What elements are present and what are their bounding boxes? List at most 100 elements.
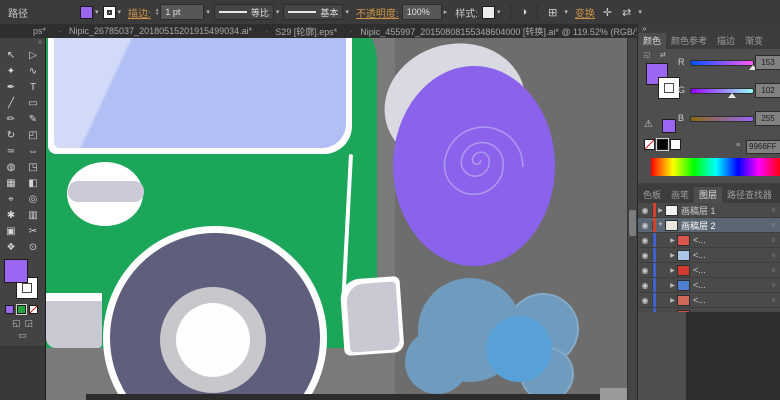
expand-triangle-icon[interactable]: ▶ [656,207,665,214]
stroke-proxy-swatch[interactable] [658,77,680,99]
expand-triangle-icon[interactable]: ▶ [668,252,677,259]
visibility-eye-icon[interactable]: ◉ [638,221,653,230]
magic-wand-tool[interactable]: ✦ [0,63,22,79]
perspective-grid-tool[interactable]: ◳ [22,159,44,175]
panel-tab[interactable]: 画笔 [666,187,694,203]
black-swatch[interactable] [657,139,668,150]
expand-triangle-icon[interactable]: ▶ [668,237,677,244]
layer-row[interactable]: ◉ ▶ <... ○ [638,233,780,248]
column-graph-tool[interactable]: ▥ [22,207,44,223]
width-tool[interactable]: ≃ [0,143,22,159]
visibility-eye-icon[interactable]: ◉ [638,236,653,245]
rectangle-tool[interactable]: ▭ [22,95,44,111]
artboard-canvas[interactable] [46,38,637,400]
hand-tool[interactable]: ❖ [0,239,22,255]
white-swatch[interactable] [670,139,681,150]
layer-row[interactable]: ◉ ▶ 画稿层 1 ○ [638,203,780,218]
wheel-hub[interactable] [176,303,250,377]
mudguard[interactable] [346,281,401,352]
toolbar-collapse-icon[interactable]: » [0,38,45,47]
layer-row[interactable]: ◉ ▶ <... ○ [638,293,780,308]
type-tool[interactable]: T [22,79,44,95]
expand-triangle-icon[interactable]: ▶ [668,297,677,304]
layer-thumbnail[interactable] [665,205,678,216]
panel-tab[interactable]: 色板 [638,187,666,203]
layer-thumbnail[interactable] [677,295,690,306]
layer-thumbnail[interactable] [677,235,690,246]
chevron-down-icon[interactable]: ▾ [345,8,349,16]
eyedropper-tool[interactable]: ⌖ [0,191,22,207]
fill-color-swatch[interactable] [80,6,93,19]
chevron-down-icon[interactable]: ▾ [95,8,99,16]
chevron-down-icon[interactable]: ▾ [206,8,210,16]
document-tab[interactable]: Nipic_26785037_20180515201915499034.ai* [64,24,263,38]
selection-tool[interactable]: ↖ [0,47,22,63]
swap-colors-icon[interactable]: ⇄ [660,51,666,59]
layer-name[interactable]: <... [693,235,767,245]
width-profile-dropdown[interactable]: 等比 [214,4,274,20]
layer-name[interactable]: 画稿层 2 [681,219,767,232]
free-transform-tool[interactable]: ⇔ [22,143,44,159]
hex-value-input[interactable]: 9966FF [746,140,780,154]
chevron-down-icon[interactable]: ▾ [276,8,280,16]
panel-tab[interactable]: 图层 [694,187,722,203]
layer-name[interactable]: <... [693,295,767,305]
draw-behind-icon[interactable]: ◲ [25,318,34,329]
paintbrush-tool[interactable]: ✏ [0,111,22,127]
stroke-color-swatch[interactable] [103,6,116,19]
mesh-tool[interactable]: ▦ [0,175,22,191]
document-tab[interactable]: S29 [轮廓].eps* [270,24,348,38]
target-circle-icon[interactable]: ○ [767,267,780,274]
transform-panel-link[interactable]: 变换 [575,5,595,20]
visibility-eye-icon[interactable]: ◉ [638,296,653,305]
style-swatch[interactable] [482,6,495,19]
step-down-icon[interactable]: ▾ [156,12,159,16]
chevron-down-icon[interactable]: ▾ [638,8,642,16]
chevron-down-icon[interactable]: ▾ [118,8,122,16]
shape-builder-tool[interactable]: ◍ [0,159,22,175]
line-segment-tool[interactable]: ╱ [0,95,22,111]
panel-tab[interactable]: 路径查找器 [722,187,777,203]
stroke-weight-stepper[interactable]: ▴▾ [156,8,159,16]
layer-row[interactable]: ◉ ▶ <... ○ [638,263,780,278]
document-tab[interactable]: ps* [28,24,57,38]
draw-normal-icon[interactable]: ◱ [12,318,21,329]
isolate-mode-icon[interactable]: ✛ [603,6,612,19]
recolor-artwork-icon[interactable]: ◑ [521,6,528,18]
default-colors-icon[interactable]: ◱ [644,51,651,59]
out-of-gamut-warning-icon[interactable]: ⚠ [644,119,653,130]
spiral-path[interactable] [408,90,548,230]
truck-window[interactable] [54,38,346,148]
panel-tab[interactable]: 颜色参考 [666,33,712,49]
opacity-link[interactable]: 不透明度: [356,5,399,20]
green-slider[interactable] [690,88,754,94]
chevron-down-icon[interactable]: ▾ [497,8,501,16]
panel-tab[interactable]: 颜色 [638,33,666,49]
color-button[interactable] [5,305,14,314]
lasso-tool[interactable]: ∿ [22,63,44,79]
layer-thumbnail[interactable] [677,265,690,276]
expand-triangle-icon[interactable]: ▶ [668,282,677,289]
slice-tool[interactable]: ✂ [22,223,44,239]
select-similar-icon[interactable]: ⇄ [622,6,631,19]
pen-tool[interactable]: ✒ [0,79,22,95]
red-slider[interactable] [690,60,754,66]
none-swatch[interactable] [644,139,655,150]
vertical-scrollbar[interactable] [627,38,637,400]
layer-name[interactable]: 画稿层 1 [681,204,767,217]
front-bumper[interactable] [46,301,102,348]
layer-row[interactable]: ◉ ▶ <... ○ [638,278,780,293]
gradient-tool[interactable]: ◧ [22,175,44,191]
expand-triangle-icon[interactable]: ▼ [656,222,665,228]
visibility-eye-icon[interactable]: ◉ [638,281,653,290]
layer-row[interactable]: ◉ ▼ 画稿层 2 ○ [638,218,780,233]
scrollbar-thumb[interactable] [629,210,636,236]
target-circle-icon[interactable]: ○ [767,282,780,289]
green-value-input[interactable]: 102 [755,83,780,98]
direct-selection-tool[interactable]: ▷ [22,47,44,63]
zoom-tool[interactable]: ⊙ [22,239,44,255]
target-circle-icon[interactable]: ○ [767,237,780,244]
pencil-tool[interactable]: ✎ [22,111,44,127]
stroke-weight-input[interactable]: 1 pt [160,4,204,20]
layer-name[interactable]: <... [693,280,767,290]
